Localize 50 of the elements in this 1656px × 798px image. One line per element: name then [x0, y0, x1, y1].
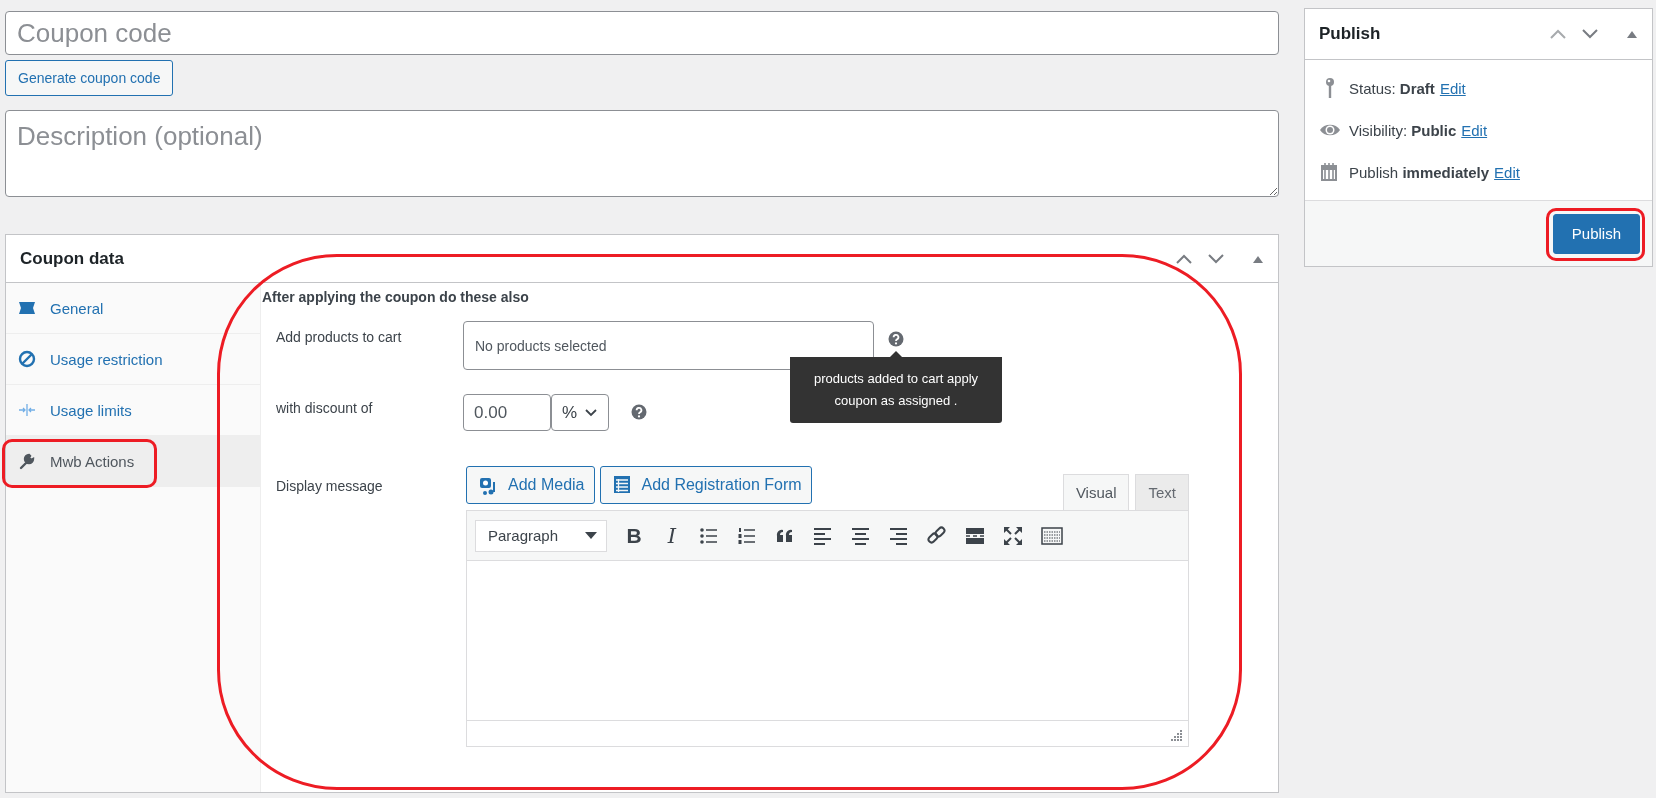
- fullscreen-icon[interactable]: [1003, 525, 1025, 546]
- list-icon: [612, 475, 633, 495]
- move-up-icon: [1176, 253, 1192, 264]
- edit-link[interactable]: Edit: [1461, 121, 1488, 139]
- publish-button[interactable]: Publish: [1552, 213, 1640, 254]
- move-down-icon: [1582, 29, 1598, 39]
- chevron-down-icon: [585, 408, 598, 417]
- products-field[interactable]: No products selected: [463, 321, 874, 370]
- description-field[interactable]: Description (optional): [5, 110, 1279, 197]
- editor-tab[interactable]: Visual: [1062, 474, 1130, 510]
- ticket-icon: [18, 299, 36, 317]
- editor-tab[interactable]: Text: [1135, 474, 1189, 510]
- sidebar-tab[interactable]: Usage restriction: [6, 334, 260, 385]
- dropdown-icon: [585, 532, 597, 539]
- sidebar-tab[interactable]: General: [6, 283, 260, 334]
- publish-info: Visibility: Public: [1349, 121, 1457, 139]
- field-label: Display message: [276, 477, 384, 496]
- collapse-icon: [1626, 30, 1638, 38]
- publish-info: Publish immediately: [1349, 163, 1490, 181]
- tooltip: products added to cart apply coupon as assigned .: [790, 351, 1002, 423]
- add-media-button[interactable]: Add Media: [466, 466, 595, 504]
- panel-title: Coupon data: [20, 248, 125, 269]
- publish-info: Status: Draft: [1349, 79, 1435, 97]
- pin-icon: [1326, 78, 1334, 98]
- field-label: with discount of: [276, 399, 374, 418]
- read-more-icon[interactable]: [965, 525, 987, 546]
- move-down-icon: [1208, 253, 1224, 264]
- add-form-button[interactable]: Add Registration Form: [599, 466, 812, 504]
- italic-button[interactable]: I: [653, 520, 691, 551]
- generate-button[interactable]: Generate coupon code: [5, 60, 174, 96]
- section-heading: After applying the coupon do these also: [262, 289, 530, 305]
- coupon-code-field[interactable]: Coupon code: [5, 11, 1279, 55]
- edit-link[interactable]: Edit: [1439, 79, 1466, 97]
- ban-icon: [18, 350, 36, 368]
- arrows-icon: [18, 401, 36, 419]
- move-up-icon: [1550, 29, 1566, 39]
- format-select[interactable]: Paragraph: [475, 519, 607, 552]
- link-icon[interactable]: [927, 525, 949, 546]
- help-icon: [631, 404, 647, 420]
- help-icon: [888, 331, 904, 347]
- unit-select[interactable]: %: [551, 394, 609, 431]
- keyboard-icon[interactable]: [1041, 525, 1063, 546]
- discount-field[interactable]: 0.00: [463, 394, 551, 431]
- bold-button[interactable]: B: [615, 520, 653, 551]
- field-label: Add products to cart: [276, 328, 403, 347]
- collapse-icon: [1252, 254, 1264, 263]
- wrench-icon: [18, 452, 36, 470]
- resize-handle-icon: [1171, 729, 1183, 741]
- panel-title: Publish: [1319, 24, 1382, 44]
- edit-link[interactable]: Edit: [1494, 163, 1520, 181]
